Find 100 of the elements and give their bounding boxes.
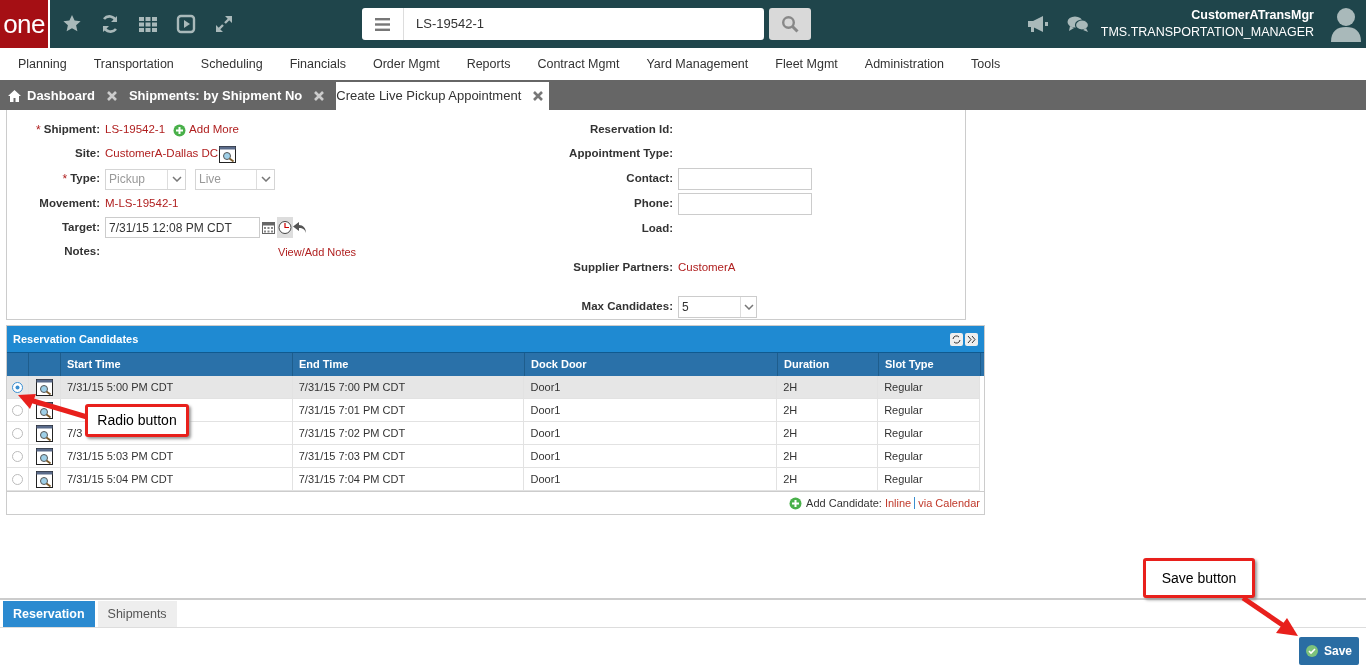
menu-item[interactable]: Administration: [864, 54, 944, 74]
table-row[interactable]: 7/31/15 5:03 PM CDT 7/31/15 7:03 PM CDT Door1 2H Regular: [7, 445, 980, 468]
table-cell-text: Regular: [884, 448, 923, 464]
field-label: Contact:: [625, 170, 673, 186]
save-button[interactable]: Save: [1299, 637, 1359, 665]
table-cell-text: Door1: [530, 402, 561, 418]
footer-label: Add Candidate:: [806, 495, 882, 511]
close-icon[interactable]: [106, 91, 117, 101]
table-cell-text: 2H: [783, 471, 798, 487]
logo[interactable]: one: [0, 0, 50, 48]
callout: Save button: [1143, 558, 1255, 598]
table-cell-text: 7/31/15 7:03 PM CDT: [298, 448, 406, 464]
menu-item[interactable]: Fleet Mgmt: [775, 54, 838, 74]
tab[interactable]: Create Live Pickup Appointment: [336, 82, 550, 110]
radio-button[interactable]: [12, 450, 23, 462]
details-icon[interactable]: [35, 470, 53, 488]
details-icon[interactable]: [35, 424, 53, 442]
tab[interactable]: Shipments: by Shipment No: [128, 82, 331, 110]
field-label: Type:: [70, 171, 100, 186]
field-label: Reservation Id:: [588, 122, 673, 138]
field-label: Notes:: [64, 244, 100, 260]
star-icon[interactable]: [62, 14, 82, 34]
menu-item[interactable]: Yard Management: [646, 54, 749, 74]
check-icon: [1306, 645, 1318, 657]
date-field[interactable]: 7/31/15 12:08 PM CDT: [105, 217, 260, 238]
play-icon[interactable]: [176, 14, 196, 34]
menu-item[interactable]: Financials: [289, 54, 346, 74]
radio-button[interactable]: [12, 473, 23, 485]
table-cell-text: Door1: [530, 379, 561, 395]
field-link[interactable]: M-LS-19542-1: [105, 194, 179, 213]
menu-item[interactable]: Scheduling: [200, 54, 263, 74]
menu-item[interactable]: Order Mgmt: [372, 54, 440, 74]
lookup-icon[interactable]: [219, 145, 237, 163]
chat-icon[interactable]: [1066, 15, 1089, 33]
close-icon[interactable]: [314, 91, 325, 101]
close-icon[interactable]: [533, 91, 544, 101]
text-field[interactable]: [678, 167, 812, 190]
clock-icon[interactable]: [277, 217, 293, 238]
menu-icon[interactable]: [375, 17, 390, 31]
required-mark: *: [36, 122, 41, 139]
table-cell-text: Door1: [530, 448, 561, 464]
undo-icon[interactable]: [293, 221, 307, 234]
notes-link[interactable]: View/Add Notes: [278, 243, 357, 261]
menu-item[interactable]: Transportation: [93, 54, 174, 74]
field-label: Appointment Type:: [568, 146, 673, 162]
table-cell-text: Door1: [530, 425, 561, 441]
callout-arrow: [1240, 596, 1300, 638]
caret-icon: [260, 176, 271, 182]
caret-icon: [743, 303, 754, 310]
calendar-icon[interactable]: [262, 221, 275, 234]
field-link[interactable]: CustomerA-Dallas DC: [105, 145, 219, 163]
table-cell-text: Regular: [884, 471, 923, 487]
expand-icon[interactable]: [965, 332, 978, 346]
search-field[interactable]: LS-19542-1: [362, 8, 764, 40]
menu-item[interactable]: Tools: [971, 54, 1001, 74]
details-icon[interactable]: [35, 447, 53, 465]
user-role: TMS.TRANSPORTATION_MANAGER: [1100, 24, 1314, 41]
callout: Radio button: [85, 404, 189, 437]
menu-item[interactable]: Contract Mgmt: [537, 54, 620, 74]
add-icon[interactable]: [173, 123, 187, 137]
tab[interactable]: Dashboard: [2, 82, 123, 110]
expand-icon[interactable]: [214, 14, 234, 34]
home-icon: [8, 90, 21, 102]
field-link[interactable]: CustomerA: [678, 258, 736, 277]
field-link[interactable]: LS-19542-1: [105, 121, 166, 139]
refresh-icon[interactable]: [100, 14, 120, 34]
field-label: Phone:: [633, 195, 673, 211]
radio-button[interactable]: [12, 427, 23, 439]
megaphone-icon[interactable]: [1026, 15, 1049, 33]
table-row[interactable]: 7/31/15 5:04 PM CDT 7/31/15 7:04 PM CDT Door1 2H Regular: [7, 468, 980, 491]
callout-arrow: [16, 393, 88, 420]
table-cell-text: Regular: [884, 402, 923, 418]
radio-button[interactable]: [12, 381, 23, 393]
table-row[interactable]: 7/31/15 5:00 PM CDT 7/31/15 7:00 PM CDT Door1 2H Regular: [7, 376, 980, 399]
table-cell-text: 2H: [783, 379, 798, 395]
field-label: Target:: [61, 219, 100, 235]
table-cell-text: 7/31/15 7:04 PM CDT: [298, 471, 406, 487]
grid-icon[interactable]: [138, 14, 158, 34]
table-cell-text: 7/31/15 5:04 PM CDT: [66, 471, 174, 487]
tab[interactable]: Reservation: [3, 601, 95, 627]
footer-link[interactable]: via Calendar: [918, 494, 980, 512]
menu-item[interactable]: Reports: [466, 54, 511, 74]
tab[interactable]: Shipments: [97, 601, 177, 627]
table-cell-text: 7/3: [66, 425, 83, 441]
add-icon[interactable]: [789, 496, 803, 510]
avatar-icon[interactable]: [1330, 6, 1362, 42]
search-icon: [781, 15, 799, 33]
table-cell-text: Regular: [884, 379, 923, 395]
footer-link[interactable]: Inline: [884, 494, 912, 512]
text-field[interactable]: [678, 192, 812, 215]
field-label: Site:: [75, 146, 100, 162]
radio-button[interactable]: [12, 404, 23, 416]
details-icon[interactable]: [35, 378, 53, 396]
table-cell-text: 2H: [783, 448, 798, 464]
menu-item[interactable]: Planning: [18, 54, 67, 74]
refresh-icon[interactable]: [950, 332, 963, 346]
add-more-link[interactable]: Add More: [189, 121, 239, 139]
select-field[interactable]: 5: [678, 295, 757, 318]
table-cell-text: Regular: [884, 425, 923, 441]
required-mark: *: [62, 171, 68, 188]
